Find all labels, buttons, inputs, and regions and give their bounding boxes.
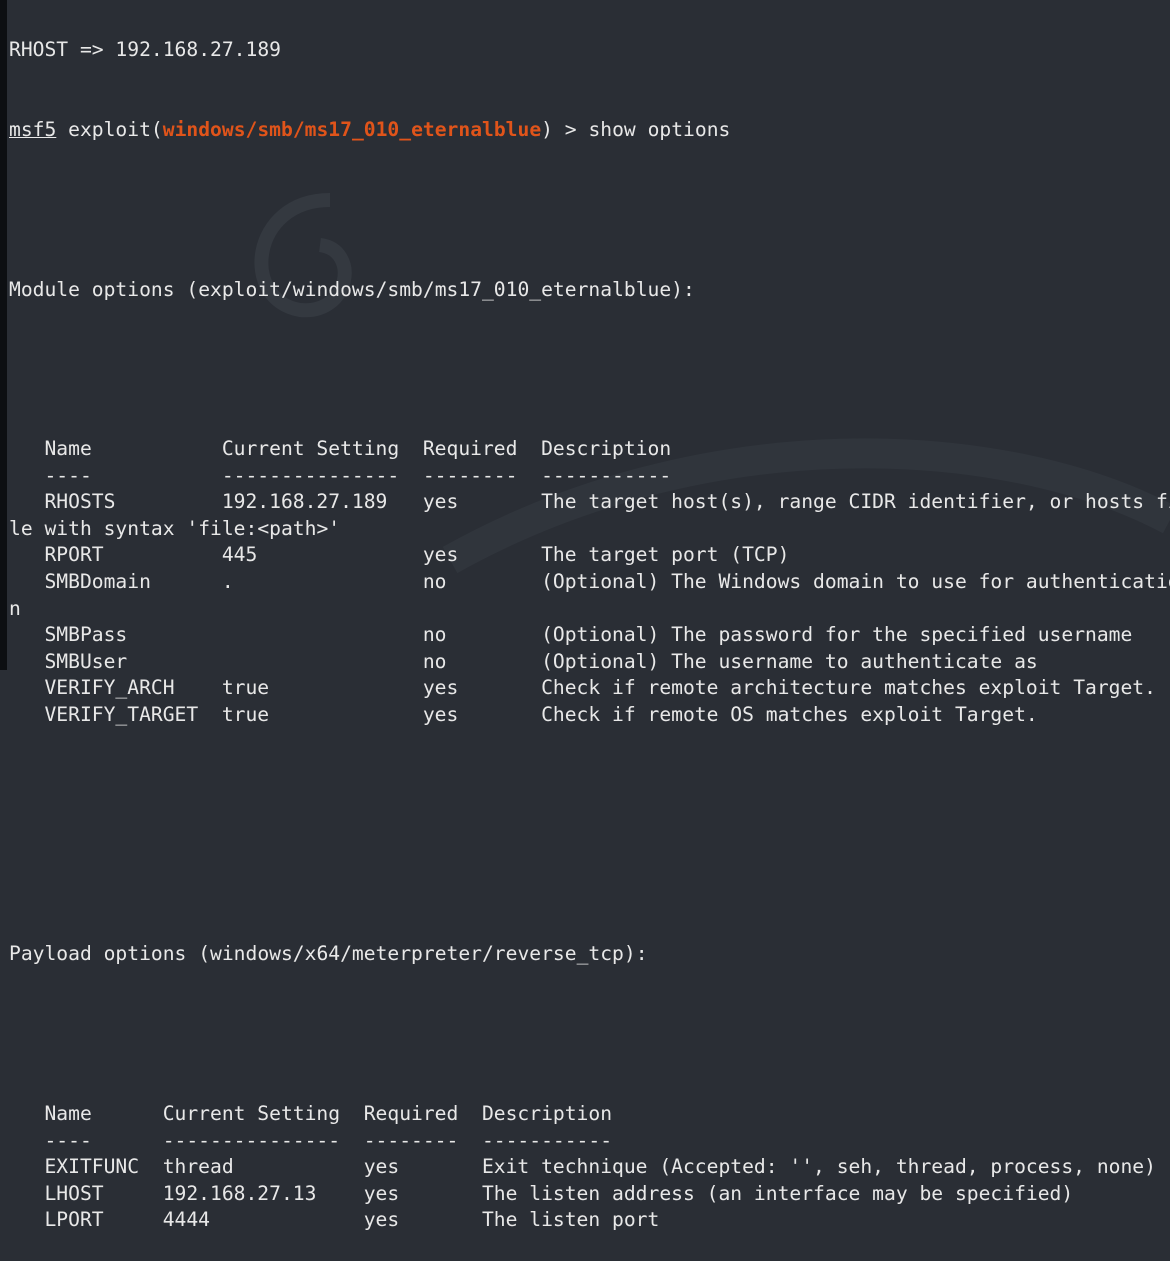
required-cell: no [422,570,447,594]
payload-options-table: Name Current Setting Required Description --… [9,1101,1170,1234]
required-cell: yes [422,676,459,700]
description-cell: ----------- [541,463,672,487]
prompt-line: msf5 exploit(windows/smb/ms17_010_eterna… [9,117,1170,144]
required-cell: Required [422,437,518,461]
table-row: EXITFUNC thread yes Exit technique (Accepte… [9,1154,1170,1181]
table-row: LPORT 4444 yes The listen port [9,1207,1170,1234]
name-cell: RPORT [44,543,104,567]
setting-cell: 445 [221,543,258,567]
name-cell: SMBPass [44,623,128,647]
name-cell: VERIFY_TARGET [44,703,199,727]
setting-cell: . [221,570,234,594]
required-cell: yes [422,490,459,514]
description-cell: Exit technique (Accepted: '', seh, threa… [481,1155,1156,1179]
description-cell: The listen address (an interface may be … [481,1181,1074,1205]
name-cell: EXITFUNC [44,1155,140,1179]
prompt-module: windows/smb/ms17_010_eternalblue [162,117,542,141]
setting-cell: --------------- [162,1128,341,1152]
required-cell: Required [363,1101,459,1125]
window-edge [0,0,7,670]
description-cell: The listen port [481,1208,660,1232]
table-row: RHOSTS 192.168.27.189 yes The target host(s… [9,489,1170,542]
description-cell: ----------- [481,1128,613,1152]
setting-cell: Current Setting [221,437,400,461]
name-cell: RHOSTS [44,490,116,514]
table-row: VERIFY_TARGET true yes Check if remote OS m… [9,702,1170,729]
prompt-command: show options [588,117,731,141]
setting-cell: Current Setting [162,1101,341,1125]
table-header: Name Current Setting Required Description [9,1101,1170,1128]
module-options-table: Name Current Setting Required Description --… [9,436,1170,729]
required-cell: yes [422,543,459,567]
name-cell: Name [44,437,92,461]
table-row: VERIFY_ARCH true yes Check if remote archit… [9,675,1170,702]
name-cell: ---- [44,463,92,487]
previous-output-line: RHOST => 192.168.27.189 [9,38,281,62]
required-cell: yes [363,1155,400,1179]
description-cell: Description [481,1101,613,1125]
description-cell: Check if remote OS matches exploit Targe… [541,703,1038,727]
setting-cell: 192.168.27.13 [162,1181,317,1205]
name-cell: SMBDomain [44,570,151,594]
terminal-output[interactable]: RHOST => 192.168.27.189 msf5 exploit(win… [9,0,1170,1261]
payload-options-title: Payload options (windows/x64/meterpreter… [9,942,648,966]
table-row: SMBUser no (Optional) The username to auth… [9,649,1170,676]
description-cell: The target port (TCP) [541,543,790,567]
setting-cell: 4444 [162,1208,211,1232]
name-cell: LPORT [44,1208,104,1232]
required-cell: no [422,623,447,647]
description-cell: Description [541,437,672,461]
prompt-suffix: ) > [541,117,589,141]
required-cell: -------- [422,463,518,487]
setting-cell: 192.168.27.189 [221,490,388,514]
prompt-name: msf5 [9,117,57,141]
required-cell: yes [422,703,459,727]
name-cell: LHOST [44,1181,104,1205]
table-row: RPORT 445 yes The target port (TCP) [9,542,1170,569]
table-divider: ---- --------------- -------- ----------- [9,1128,1170,1155]
table-row: SMBPass no (Optional) The password for the… [9,622,1170,649]
description-cell: (Optional) The username to authenticate … [541,649,1038,673]
setting-cell: true [221,676,270,700]
name-cell: Name [44,1101,92,1125]
name-cell: VERIFY_ARCH [44,676,175,700]
required-cell: -------- [363,1128,459,1152]
module-options-title: Module options (exploit/windows/smb/ms17… [9,277,695,301]
required-cell: no [422,649,447,673]
description-cell: (Optional) The password for the specifie… [541,623,1133,647]
table-row: SMBDomain. no (Optional) The Windows domai… [9,569,1170,622]
name-cell: ---- [44,1128,92,1152]
prompt-command-word: exploit( [56,117,163,141]
table-header: Name Current Setting Required Description [9,436,1170,463]
setting-cell: thread [162,1155,234,1179]
required-cell: yes [363,1208,400,1232]
table-row: LHOST 192.168.27.13 yes The listen address … [9,1181,1170,1208]
required-cell: yes [363,1181,400,1205]
table-divider: ---- --------------- -------- ----------- [9,463,1170,490]
setting-cell: true [221,703,270,727]
description-cell: Check if remote architecture matches exp… [541,676,1156,700]
setting-cell: --------------- [221,463,400,487]
name-cell: SMBUser [44,649,128,673]
